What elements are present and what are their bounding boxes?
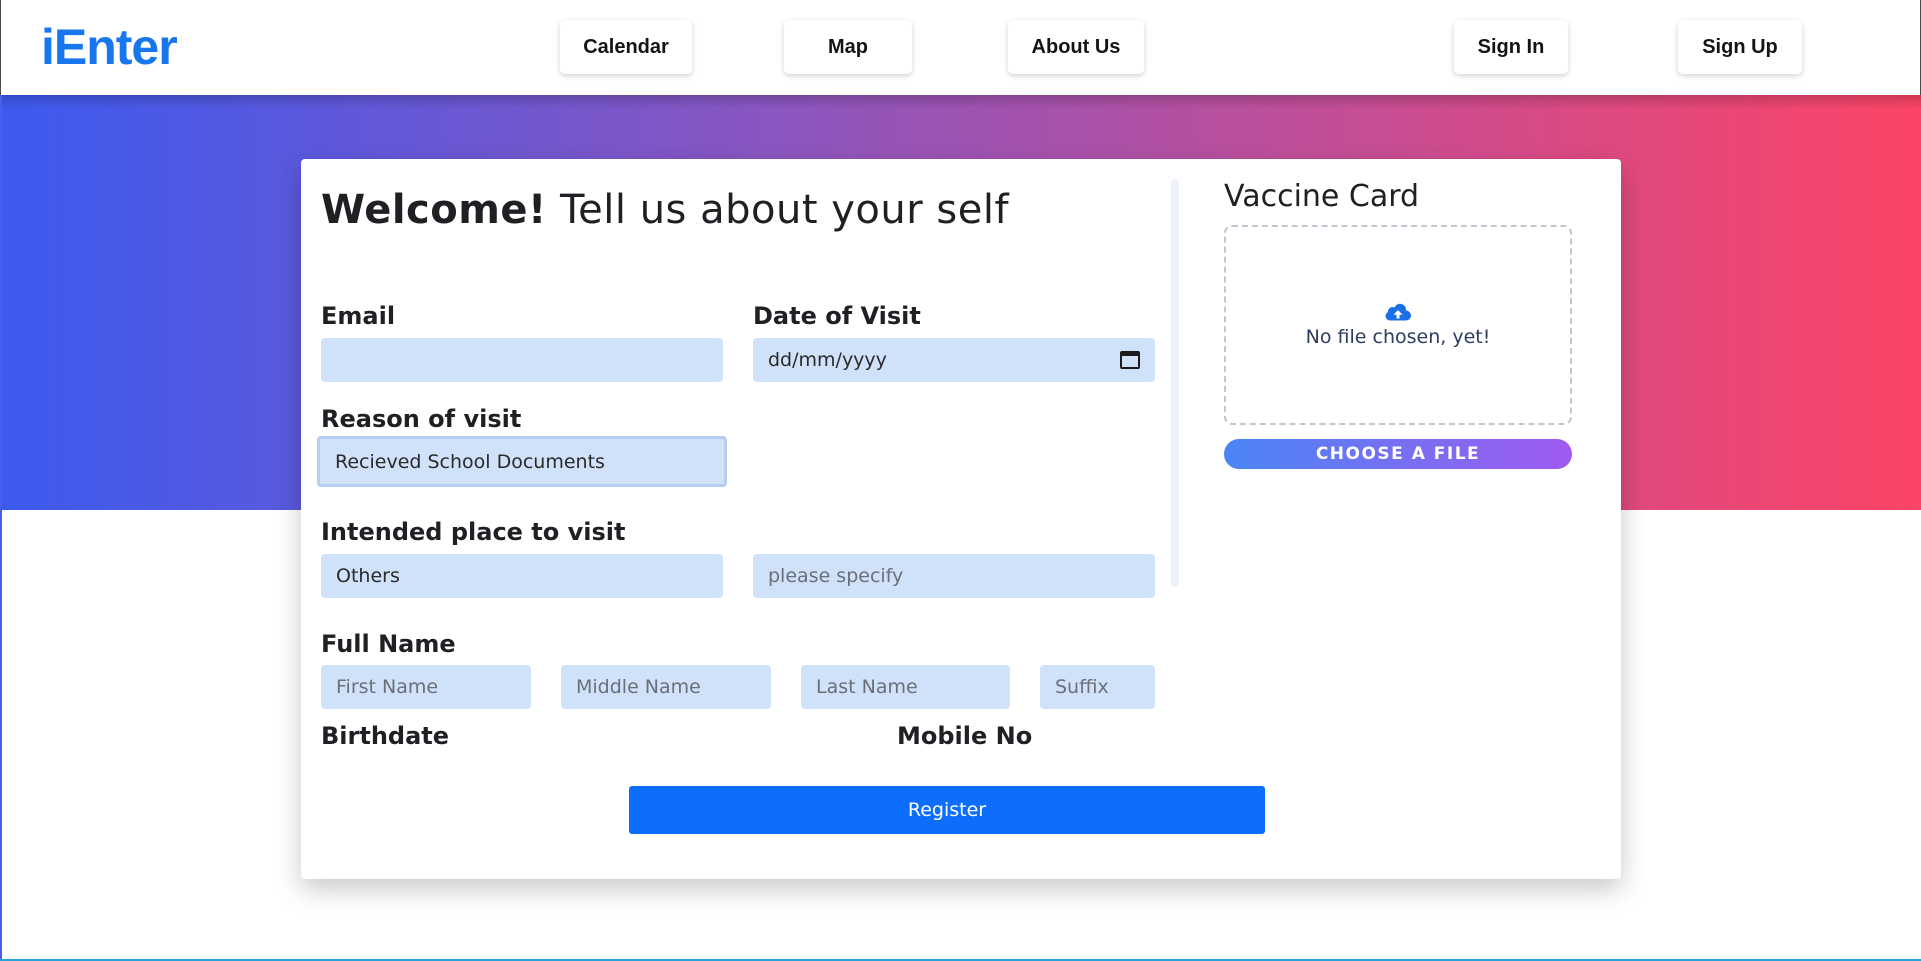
sign-up-button[interactable]: Sign Up [1678,20,1802,74]
last-name-input[interactable]: Last Name [801,665,1010,709]
date-of-visit-field[interactable]: dd/mm/yyyy [753,338,1155,382]
calendar-icon[interactable] [1120,351,1140,369]
place-specify-input[interactable]: please specify [753,554,1155,598]
reason-of-visit-select[interactable]: Recieved School Documents [317,436,727,487]
top-navbar: iEnter Calendar Map About Us Sign In Sig… [0,0,1921,95]
left-edge-line [0,95,2,961]
section-divider [1171,179,1179,587]
date-placeholder: dd/mm/yyyy [768,349,887,371]
register-button[interactable]: Register [629,786,1265,834]
registration-card: Welcome! Tell us about your self Email D… [301,159,1621,879]
sign-in-button[interactable]: Sign In [1454,20,1568,74]
intended-place-label: Intended place to visit [321,518,626,546]
nav-calendar-button[interactable]: Calendar [560,20,692,74]
brand-logo[interactable]: iEnter [41,18,178,76]
email-field[interactable] [321,338,723,382]
cloud-upload-icon [1385,303,1411,321]
file-status-text: No file chosen, yet! [1305,326,1491,348]
birthdate-label: Birthdate [321,722,450,750]
reason-of-visit-label: Reason of visit [321,405,522,433]
page-title: Welcome! Tell us about your self [321,187,1009,233]
nav-map-button[interactable]: Map [784,20,912,74]
suffix-input[interactable]: Suffix [1040,665,1155,709]
date-of-visit-label: Date of Visit [753,302,921,330]
choose-file-button[interactable]: CHOOSE A FILE [1224,439,1572,469]
mobile-no-label: Mobile No [897,722,1033,750]
welcome-heading-bold: Welcome! [321,187,547,233]
middle-name-input[interactable]: Middle Name [561,665,771,709]
full-name-label: Full Name [321,630,456,658]
first-name-input[interactable]: First Name [321,665,531,709]
vaccine-card-title: Vaccine Card [1224,179,1420,214]
intended-place-select[interactable]: Others [321,554,723,598]
welcome-heading-text: Tell us about your self [560,187,1010,233]
vaccine-file-dropzone[interactable]: No file chosen, yet! [1224,225,1572,425]
email-label: Email [321,302,396,330]
nav-about-us-button[interactable]: About Us [1008,20,1144,74]
